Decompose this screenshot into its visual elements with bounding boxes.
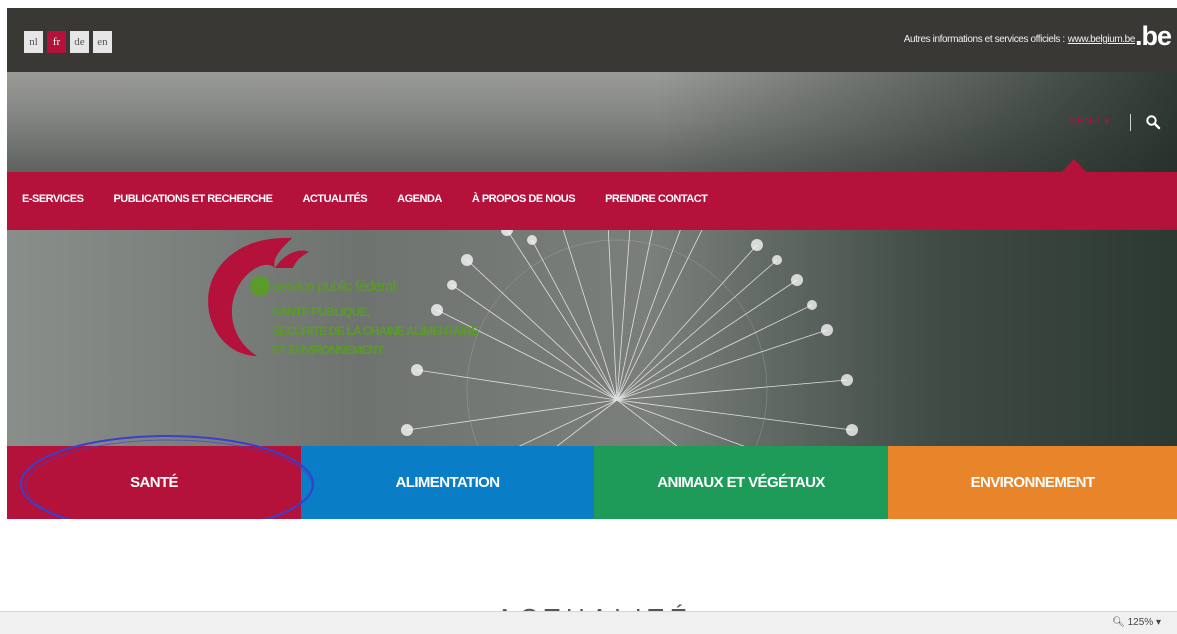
menu-divider — [1130, 114, 1131, 131]
section-title: ACTUALITÉ — [496, 603, 693, 611]
gov-info-text: Autres informations et services officiel… — [903, 34, 1065, 45]
nav-item-contact[interactable]: PRENDRE CONTACT — [605, 193, 708, 205]
lang-en[interactable]: en — [93, 31, 112, 53]
gov-info: Autres informations et services officiel… — [903, 34, 1136, 45]
category-animaux-vegetaux[interactable]: ANIMAUX ET VÉGÉTAUX — [594, 446, 888, 519]
lang-de[interactable]: de — [70, 31, 89, 53]
nav-item-publications[interactable]: PUBLICATIONS ET RECHERCHE — [113, 193, 273, 205]
category-alimentation[interactable]: ALIMENTATION — [301, 446, 594, 519]
hero-top-banner: MENU ∨ — [7, 72, 1177, 172]
browser-status-bar: 🔍︎ 125% ▾ — [0, 611, 1177, 634]
menu-button[interactable]: MENU ∨ — [1068, 116, 1111, 127]
nav-item-a-propos[interactable]: À PROPOS DE NOUS — [472, 193, 576, 205]
logo-line-2: SANTE PUBLIQUE, — [272, 305, 370, 319]
belgium-link[interactable]: www.belgium.be — [1068, 34, 1136, 45]
zoom-value: 125% — [1127, 617, 1154, 628]
category-sante[interactable]: SANTÉ — [7, 446, 301, 519]
menu-caret — [1061, 159, 1087, 173]
logo-line-3: SECURITE DE LA CHAINE ALIMENTAIRE — [272, 324, 479, 338]
logo-line-4: ET ENVIRONNEMENT — [272, 343, 384, 357]
lang-nl[interactable]: nl — [24, 31, 43, 53]
logo-line-1: service public fédéral — [272, 278, 396, 295]
main-nav: E-SERVICES PUBLICATIONS ET RECHERCHE ACT… — [7, 172, 1177, 230]
nav-item-agenda[interactable]: AGENDA — [397, 193, 442, 205]
nav-item-actualites[interactable]: ACTUALITÉS — [302, 193, 367, 205]
fps-logo-text: service public fédéral SANTE PUBLIQUE, S… — [272, 278, 479, 360]
be-logo[interactable]: .be — [1135, 21, 1172, 52]
category-environnement[interactable]: ENVIRONNEMENT — [888, 446, 1177, 519]
content-area — [7, 519, 1177, 611]
search-icon[interactable] — [1145, 114, 1161, 130]
lang-fr[interactable]: fr — [47, 31, 66, 53]
hero-banner: service public fédéral SANTE PUBLIQUE, S… — [7, 230, 1177, 446]
zoom-level[interactable]: 🔍︎ 125% ▾ — [1112, 617, 1161, 628]
gov-top-bar: nl fr de en Autres informations et servi… — [7, 8, 1177, 72]
category-tiles: SANTÉ ALIMENTATION ANIMAUX ET VÉGÉTAUX E… — [7, 446, 1177, 519]
nav-item-e-services[interactable]: E-SERVICES — [22, 193, 84, 205]
language-switcher: nl fr de en — [24, 31, 112, 53]
